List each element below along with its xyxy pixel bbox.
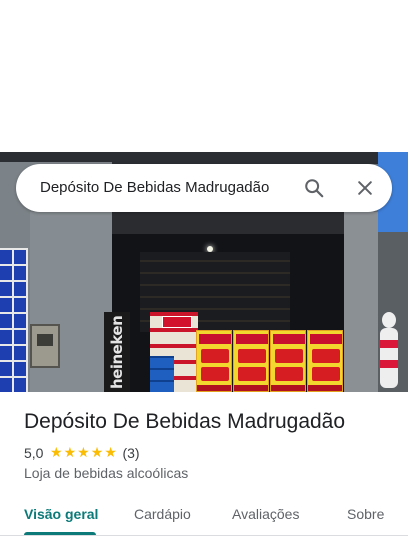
search-bar[interactable]: Depósito De Bebidas Madrugadão bbox=[16, 164, 392, 212]
tabs-divider bbox=[0, 535, 408, 536]
search-icon[interactable] bbox=[298, 172, 330, 204]
photo-price-card bbox=[270, 330, 306, 392]
photo-wall-right bbox=[344, 212, 378, 392]
photo-mannequin bbox=[378, 312, 400, 392]
rating-value: 5,0 bbox=[24, 445, 44, 461]
blank-map-area bbox=[0, 0, 408, 152]
photo-ceiling bbox=[112, 212, 344, 234]
photo-red-box bbox=[162, 316, 192, 328]
star-icon: ★ bbox=[90, 445, 104, 461]
photo-price-signs bbox=[196, 330, 344, 392]
rating-row[interactable]: 5,0 ★ ★ ★ ★ ★ (3) bbox=[24, 444, 140, 462]
tab-about[interactable]: Sobre bbox=[347, 493, 384, 537]
place-title: Depósito De Bebidas Madrugadão bbox=[24, 410, 346, 433]
photo-price-card bbox=[307, 330, 343, 392]
tab-menu[interactable]: Cardápio bbox=[134, 493, 191, 537]
tab-overview[interactable]: Visão geral bbox=[24, 493, 98, 537]
photo-blue-crates bbox=[150, 356, 174, 392]
review-count[interactable]: (3) bbox=[122, 445, 139, 461]
close-icon[interactable] bbox=[349, 172, 381, 204]
star-icon: ★ bbox=[104, 445, 117, 461]
star-icon: ★ bbox=[49, 445, 63, 461]
search-input[interactable]: Depósito De Bebidas Madrugadão bbox=[40, 164, 294, 212]
star-icon: ★ bbox=[63, 445, 77, 461]
photo-price-card bbox=[196, 330, 232, 392]
place-category: Loja de bebidas alcoólicas bbox=[24, 465, 189, 481]
rating-stars: ★ ★ ★ ★ ★ bbox=[49, 446, 117, 460]
place-tabs: Visão geral Cardápio Avaliações Sobre bbox=[0, 493, 408, 537]
photo-price-card bbox=[233, 330, 269, 392]
photo-tiles bbox=[0, 248, 28, 392]
tab-reviews[interactable]: Avaliações bbox=[232, 493, 299, 537]
photo-heineken-sign: heineken bbox=[104, 312, 130, 392]
photo-electric-meter bbox=[30, 324, 60, 368]
star-icon: ★ bbox=[77, 445, 90, 461]
